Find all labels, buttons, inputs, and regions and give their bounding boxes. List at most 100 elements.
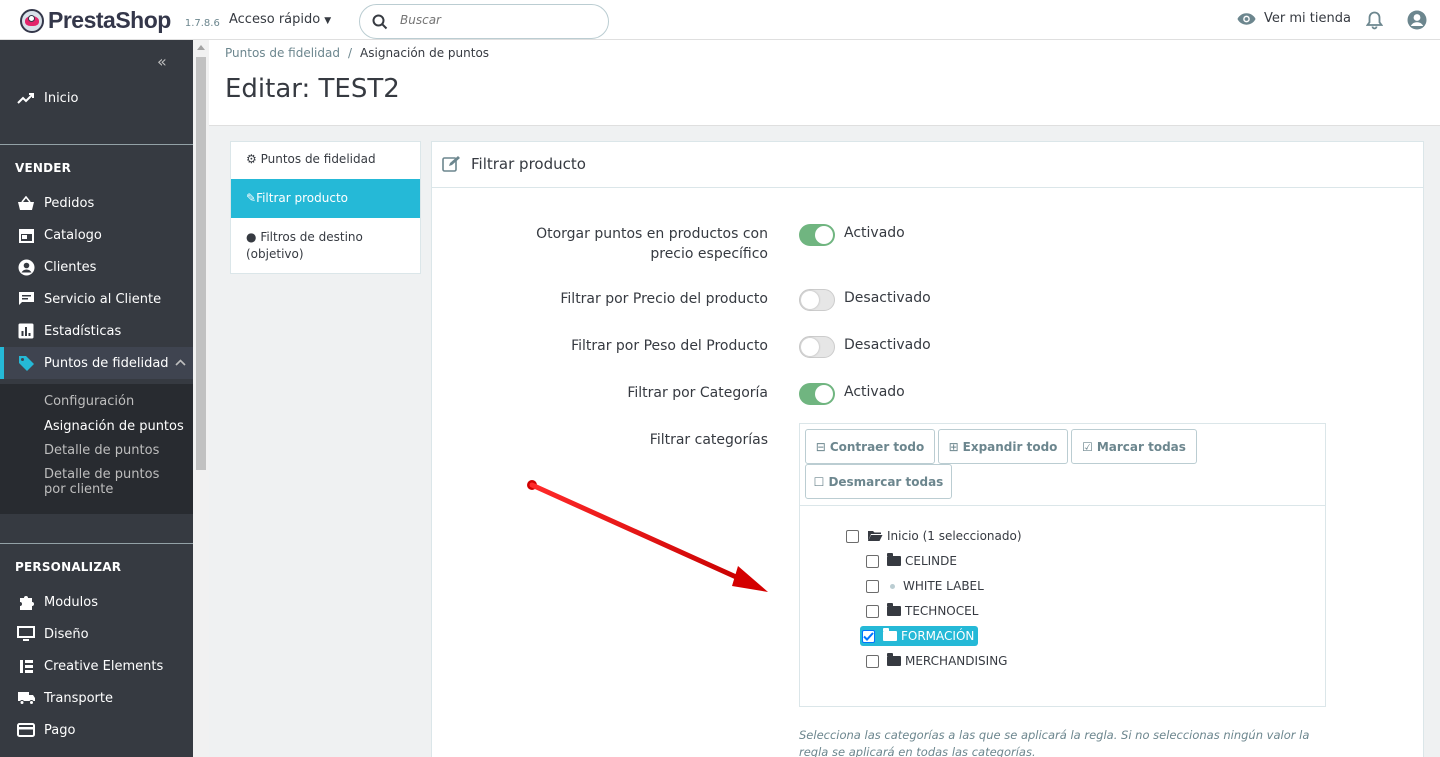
sidebar-item-label: Creative Elements: [44, 658, 164, 674]
tree-checkbox[interactable]: [866, 554, 879, 568]
button-label: Marcar todas: [1096, 439, 1186, 454]
sidebar-item-catalogo[interactable]: Catalogo: [0, 219, 193, 251]
breadcrumb-current: Asignación de puntos: [360, 46, 490, 60]
toggle-precio-producto[interactable]: [799, 289, 835, 311]
sidebar-item-inicio[interactable]: Inicio: [0, 82, 193, 114]
search-input[interactable]: [400, 13, 590, 27]
tab-filtrar-producto[interactable]: ✎Filtrar producto: [231, 179, 420, 218]
leaf-dot-icon: [890, 583, 895, 589]
toggle-precio-especifico[interactable]: [799, 224, 835, 246]
scrollbar-thumb[interactable]: [196, 57, 206, 470]
tab-filtros-destino[interactable]: ● Filtros de destino (objetivo): [231, 229, 411, 263]
sidebar-item-servicio[interactable]: Servicio al Cliente: [0, 283, 193, 315]
quick-access-label: Acceso rápido: [229, 12, 321, 27]
sidebar-scrollbar[interactable]: [193, 40, 209, 757]
tab-puntos-fidelidad[interactable]: ⚙ Puntos de fidelidad: [231, 152, 420, 166]
caret-down-icon: ▼: [324, 16, 332, 26]
eye-icon: [1237, 12, 1256, 25]
desktop-icon: [16, 626, 36, 642]
tree-checkbox-checked[interactable]: [862, 629, 875, 643]
breadcrumb-separator: /: [347, 46, 353, 60]
quick-access-dropdown[interactable]: Acceso rápido ▼: [229, 12, 331, 27]
view-store-link[interactable]: Ver mi tienda: [1237, 11, 1351, 26]
tree-node[interactable]: CELINDE: [866, 551, 957, 571]
field-label-precio-especifico: Otorgar puntos en productos con precio e…: [536, 226, 768, 262]
tree-checkbox[interactable]: [866, 604, 879, 618]
notifications-bell-icon[interactable]: [1366, 11, 1383, 30]
sidebar-item-pedidos[interactable]: Pedidos: [0, 187, 193, 219]
annotation-arrow-icon: [527, 480, 768, 592]
field-label-precio-producto: Filtrar por Precio del producto: [560, 291, 768, 307]
field-label-categoria: Filtrar por Categoría: [627, 385, 768, 401]
tree-checkbox[interactable]: [866, 654, 879, 668]
sidebar-item-label: Catalogo: [44, 227, 102, 243]
account-circle-icon: [16, 259, 36, 276]
credit-card-icon: [16, 723, 36, 737]
toggle-state-label: Activado: [844, 225, 905, 241]
scroll-up-arrow-icon[interactable]: [197, 45, 205, 50]
expand-all-button[interactable]: ⊞ Expandir todo: [938, 429, 1068, 464]
submenu-item-configuracion[interactable]: Configuración: [44, 394, 184, 409]
toggle-knob: [815, 385, 833, 403]
tree-node-selected[interactable]: FORMACIÓN: [860, 626, 979, 646]
search-box[interactable]: [359, 4, 609, 39]
elements-icon: [16, 659, 36, 674]
check-all-button[interactable]: ☑ Marcar todas: [1071, 429, 1197, 464]
sidebar-item-label: Pedidos: [44, 195, 95, 211]
category-tree: ⊟ Contraer todo ⊞ Expandir todo ☑ Marcar to…: [799, 423, 1326, 707]
chevron-up-icon: [175, 355, 186, 370]
sidebar-item-pago[interactable]: Pago: [0, 714, 193, 746]
toggle-state-label: Desactivado: [844, 337, 931, 353]
page-header: Puntos de fidelidad / Asignación de puntos…: [209, 40, 1440, 126]
submenu-item-detalle-puntos-cliente[interactable]: Detalle de puntos por cliente: [44, 467, 184, 497]
folder-open-icon: [868, 531, 883, 541]
tree-checkbox[interactable]: [846, 529, 859, 543]
folder-icon: [883, 628, 897, 641]
minus-square-icon: ⊟: [815, 439, 826, 454]
tab-label: Filtros de destino (objetivo): [246, 230, 363, 261]
collapse-all-button[interactable]: ⊟ Contraer todo: [805, 429, 935, 464]
submenu-item-detalle-puntos[interactable]: Detalle de puntos: [44, 443, 184, 458]
collapse-sidebar-icon[interactable]: «: [157, 52, 167, 71]
prestashop-logo[interactable]: PrestaShop 1.7.8.6: [20, 7, 220, 34]
edit-square-icon: [442, 156, 460, 172]
cogs-icon: ⚙: [246, 152, 257, 166]
sidebar-item-modulos[interactable]: Modulos: [0, 586, 193, 618]
tree-node[interactable]: WHITE LABEL: [866, 576, 984, 596]
submenu-item-asignacion-puntos[interactable]: Asignación de puntos: [44, 419, 184, 434]
button-label: Desmarcar todas: [828, 474, 944, 489]
top-header: PrestaShop 1.7.8.6 Acceso rápido▼ Ver mi…: [0, 0, 1440, 40]
toggle-peso-producto[interactable]: [799, 336, 835, 358]
bar-chart-icon: [16, 323, 36, 339]
brand-name: PrestaShop: [48, 7, 171, 33]
tree-node[interactable]: MERCHANDISING: [866, 651, 1007, 671]
uncheck-all-button[interactable]: ☐ Desmarcar todas: [805, 464, 952, 499]
sidebar-item-creative-elements[interactable]: Creative Elements: [0, 650, 193, 682]
sidebar-nav: « Inicio VENDER Pedidos Catalogo Cliente…: [0, 40, 193, 757]
toggle-categoria[interactable]: [799, 383, 835, 405]
user-account-icon[interactable]: [1407, 10, 1427, 30]
toggle-knob: [801, 291, 819, 309]
tree-node-root[interactable]: Inicio (1 seleccionado): [846, 526, 1022, 546]
sidebar-item-transporte[interactable]: Transporte: [0, 682, 193, 714]
panel-title: Filtrar producto: [471, 155, 586, 173]
sidebar-item-label: Servicio al Cliente: [44, 291, 162, 307]
sidebar-item-estadisticas[interactable]: Estadísticas: [0, 315, 193, 347]
folder-icon: [887, 603, 901, 616]
tag-icon: [16, 355, 36, 372]
sidebar-item-clientes[interactable]: Clientes: [0, 251, 193, 283]
version-label: 1.7.8.6: [184, 18, 220, 29]
tree-node[interactable]: TECHNOCEL: [866, 601, 978, 621]
sidebar-item-label: Clientes: [44, 259, 97, 275]
sidebar-item-label: Inicio: [44, 90, 79, 106]
tree-checkbox[interactable]: [866, 579, 879, 593]
breadcrumb-parent-link[interactable]: Puntos de fidelidad: [225, 46, 340, 60]
sidebar-item-label: Puntos de fidelidad: [44, 355, 169, 371]
sidebar-item-puntos-fidelidad[interactable]: Puntos de fidelidad: [0, 347, 193, 379]
empty-square-icon: ☐: [813, 474, 825, 489]
tree-node-label: FORMACIÓN: [901, 629, 975, 643]
section-title-personalizar: PERSONALIZAR: [15, 560, 122, 574]
folder-icon: [887, 653, 901, 666]
sidebar-item-diseno[interactable]: Diseño: [0, 618, 193, 650]
view-store-label: Ver mi tienda: [1264, 11, 1351, 26]
